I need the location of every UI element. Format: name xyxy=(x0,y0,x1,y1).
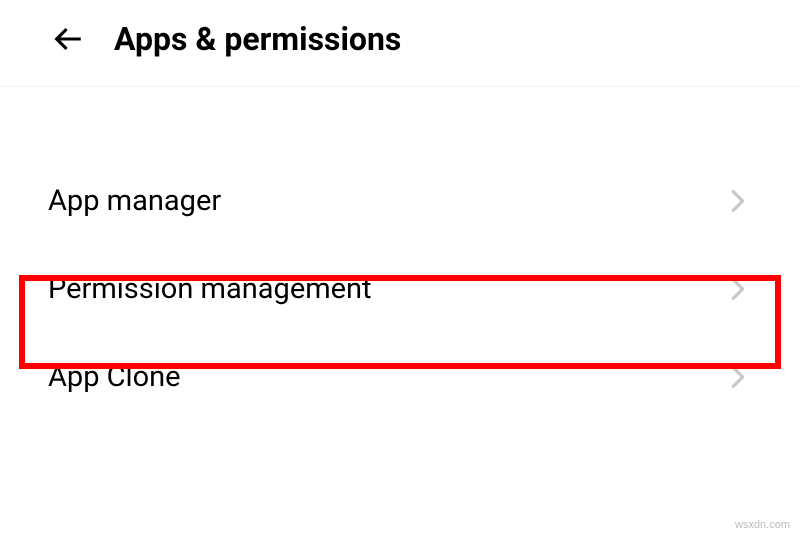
header: Apps & permissions xyxy=(0,0,800,87)
list-item-label: App manager xyxy=(48,184,221,218)
chevron-right-icon xyxy=(726,365,750,389)
list-item-label: App Clone xyxy=(48,360,181,394)
chevron-right-icon xyxy=(726,277,750,301)
list-item-label: Permission management xyxy=(48,272,372,306)
page-title: Apps & permissions xyxy=(114,20,401,58)
list-item-permission-management[interactable]: Permission management xyxy=(0,245,800,333)
list-item-app-clone[interactable]: App Clone xyxy=(0,333,800,421)
watermark: wsxdn.com xyxy=(735,519,790,531)
list-item-app-manager[interactable]: App manager xyxy=(0,157,800,245)
chevron-right-icon xyxy=(726,189,750,213)
back-arrow-icon[interactable] xyxy=(50,21,86,57)
settings-list: App manager Permission management App Cl… xyxy=(0,87,800,421)
